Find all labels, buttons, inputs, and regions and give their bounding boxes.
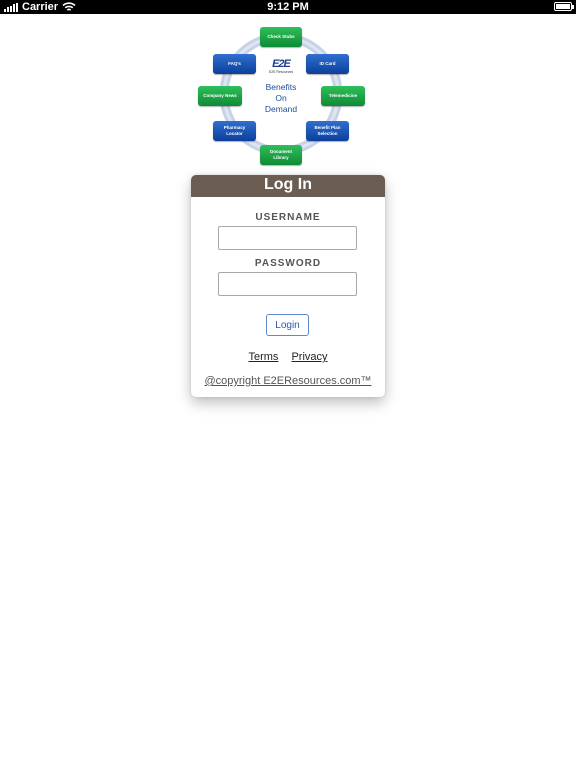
password-input[interactable] xyxy=(218,272,357,296)
login-button[interactable]: Login xyxy=(266,314,309,336)
password-label: PASSWORD xyxy=(254,258,322,269)
logo-item-check-stubs: Check Stubs xyxy=(260,27,302,47)
e2e-logo-sub: E2E Resources xyxy=(268,70,294,74)
copyright-link[interactable]: @copyright E2EResources.com™ xyxy=(204,375,371,387)
e2e-brand: E2E E2E Resources xyxy=(263,58,299,74)
footer-links: Terms Privacy xyxy=(191,351,385,363)
logo-item-telemedicine: Telemedicine xyxy=(321,86,365,106)
logo-item-id-card: ID Card xyxy=(306,54,349,74)
logo-item-document-library: Document Library xyxy=(260,145,302,165)
terms-link[interactable]: Terms xyxy=(248,351,278,363)
benefits-on-demand-logo: E2E E2E Resources Benefits On Demand Che… xyxy=(193,24,369,168)
logo-center-text: Benefits On Demand xyxy=(251,82,311,115)
username-label: USERNAME xyxy=(255,212,321,223)
login-card: Log In USERNAME PASSWORD Login Terms Pri… xyxy=(191,175,385,397)
username-input[interactable] xyxy=(218,226,357,250)
privacy-link[interactable]: Privacy xyxy=(291,351,327,363)
logo-center-line2: On xyxy=(275,93,287,103)
status-bar: Carrier 9:12 PM xyxy=(0,0,576,14)
logo-center-line3: Demand xyxy=(264,104,298,114)
logo-item-company-news: Company News xyxy=(198,86,242,106)
status-time: 9:12 PM xyxy=(267,1,309,13)
battery-icon xyxy=(554,2,574,11)
logo-item-benefit-plan-selection: Benefit Plan Selection xyxy=(306,121,349,141)
logo-center-line1: Benefits xyxy=(265,82,297,92)
login-title: Log In xyxy=(191,175,385,197)
copyright: @copyright E2EResources.com™ xyxy=(191,375,385,387)
e2e-logo-mark: E2E xyxy=(272,58,291,70)
logo-item-pharmacy-locator: Pharmacy Locator xyxy=(213,121,256,141)
logo-item-faqs: FAQ's xyxy=(213,54,256,74)
